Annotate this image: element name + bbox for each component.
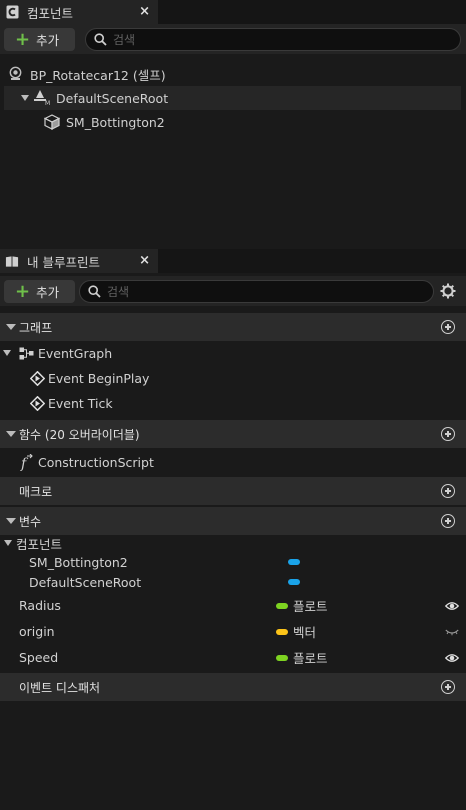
components-tab-icon bbox=[5, 5, 19, 19]
settings-gear-icon[interactable] bbox=[440, 283, 456, 302]
components-add-label: 추가 bbox=[36, 33, 60, 48]
blueprint-close-icon[interactable]: × bbox=[139, 253, 150, 269]
variable-name: DefaultSceneRoot bbox=[29, 574, 142, 590]
tree-item-default-scene-root[interactable]: M DefaultSceneRoot bbox=[4, 86, 461, 110]
variable-row[interactable]: DefaultSceneRoot bbox=[0, 571, 466, 593]
search-icon bbox=[94, 33, 107, 46]
expand-arrow-icon[interactable] bbox=[3, 350, 11, 356]
search-icon bbox=[88, 285, 101, 298]
event-item-label: Event BeginPlay bbox=[48, 371, 150, 386]
variable-row[interactable]: Radius 플로트 bbox=[0, 593, 466, 618]
variable-name: Speed bbox=[19, 650, 59, 665]
function-item-label: ConstructionScript bbox=[38, 455, 154, 470]
section-dispatchers-label: 이벤트 디스패처 bbox=[19, 680, 101, 695]
eye-open-icon[interactable] bbox=[445, 601, 459, 611]
tree-item-static-mesh[interactable]: SM_Bottington2 bbox=[0, 110, 466, 134]
components-tab-bar: 컴포넌트 × bbox=[0, 0, 466, 24]
blueprint-tab-label: 내 블루프린트 bbox=[27, 254, 100, 270]
event-node-icon bbox=[30, 371, 45, 386]
eye-closed-icon[interactable] bbox=[445, 628, 459, 638]
section-macros-label: 매크로 bbox=[19, 484, 53, 499]
components-toolbar: + 추가 bbox=[0, 24, 466, 54]
blueprint-tab-bar: 내 블루프린트 × bbox=[0, 249, 466, 273]
function-icon: f bbox=[19, 454, 35, 471]
tree-item-label: BP_Rotatecar12 (셀프) bbox=[30, 67, 166, 83]
variable-type-label: 플로트 bbox=[293, 651, 328, 666]
blueprint-search-input[interactable] bbox=[107, 284, 407, 299]
variable-name: Radius bbox=[19, 598, 61, 613]
tree-item-label: SM_Bottington2 bbox=[66, 114, 165, 130]
components-add-button[interactable]: + 추가 bbox=[4, 28, 75, 51]
graph-item-event-graph[interactable]: EventGraph bbox=[0, 341, 466, 366]
blueprint-add-label: 추가 bbox=[36, 285, 60, 300]
section-variables-label: 변수 bbox=[19, 514, 42, 529]
section-graphs[interactable]: 그래프 bbox=[0, 313, 466, 341]
components-search[interactable] bbox=[85, 28, 461, 51]
float-type-pill bbox=[276, 603, 288, 609]
section-variables[interactable]: 변수 bbox=[0, 507, 466, 535]
add-variable-icon[interactable] bbox=[441, 514, 455, 528]
components-close-icon[interactable]: × bbox=[139, 4, 150, 20]
event-graph-icon bbox=[19, 347, 34, 360]
scene-root-icon: M bbox=[33, 89, 51, 109]
components-tab-label: 컴포넌트 bbox=[27, 5, 74, 21]
blueprint-add-button[interactable]: + 추가 bbox=[4, 280, 75, 303]
blueprint-toolbar: + 추가 bbox=[0, 276, 466, 306]
variable-type-label: 벡터 bbox=[293, 625, 317, 640]
components-tab[interactable]: 컴포넌트 × bbox=[0, 0, 158, 24]
variable-row[interactable]: SM_Bottington2 bbox=[0, 551, 466, 573]
static-mesh-icon bbox=[43, 114, 61, 133]
plus-icon: + bbox=[15, 28, 31, 50]
section-functions[interactable]: 함수 (20 오버라이더블) bbox=[0, 420, 466, 448]
eye-open-icon[interactable] bbox=[445, 653, 459, 663]
tree-item-label: DefaultSceneRoot bbox=[56, 90, 169, 106]
collapse-arrow-icon[interactable] bbox=[6, 431, 16, 437]
section-macros[interactable]: 매크로 bbox=[0, 477, 466, 505]
add-function-icon[interactable] bbox=[441, 427, 455, 441]
variable-row[interactable]: origin 벡터 bbox=[0, 619, 466, 644]
component-type-pill bbox=[288, 579, 300, 585]
collapse-arrow-icon[interactable] bbox=[6, 518, 16, 524]
section-graphs-label: 그래프 bbox=[19, 320, 53, 335]
book-icon bbox=[5, 254, 19, 268]
actor-icon bbox=[8, 66, 23, 84]
graph-item-label: EventGraph bbox=[38, 346, 113, 361]
components-search-input[interactable] bbox=[113, 32, 413, 47]
event-item-label: Event Tick bbox=[48, 396, 113, 411]
component-type-pill bbox=[288, 559, 300, 565]
variable-category-label: 컴포넌트 bbox=[16, 536, 63, 552]
add-macro-icon[interactable] bbox=[441, 484, 455, 498]
function-item-construction-script[interactable]: f ConstructionScript bbox=[0, 450, 466, 475]
variable-row[interactable]: Speed 플로트 bbox=[0, 645, 466, 670]
add-dispatcher-icon[interactable] bbox=[441, 680, 455, 694]
section-event-dispatchers[interactable]: 이벤트 디스패처 bbox=[0, 673, 466, 701]
expand-arrow-icon[interactable] bbox=[21, 95, 29, 101]
svg-text:f: f bbox=[20, 456, 29, 471]
float-type-pill bbox=[276, 655, 288, 661]
expand-arrow-icon[interactable] bbox=[4, 540, 12, 546]
collapse-arrow-icon[interactable] bbox=[6, 324, 16, 330]
tree-item-actor[interactable]: BP_Rotatecar12 (셀프) bbox=[0, 62, 466, 86]
add-graph-icon[interactable] bbox=[441, 320, 455, 334]
plus-icon: + bbox=[15, 280, 31, 302]
variable-name: origin bbox=[19, 624, 55, 639]
event-item-tick[interactable]: Event Tick bbox=[0, 391, 466, 416]
section-functions-label: 함수 (20 오버라이더블) bbox=[19, 427, 140, 442]
vector-type-pill bbox=[276, 629, 288, 635]
blueprint-search[interactable] bbox=[79, 280, 434, 303]
variable-type-label: 플로트 bbox=[293, 599, 328, 614]
event-item-begin-play[interactable]: Event BeginPlay bbox=[0, 366, 466, 391]
blueprint-tab[interactable]: 내 블루프린트 × bbox=[0, 249, 158, 273]
event-node-icon bbox=[30, 396, 45, 411]
svg-text:M: M bbox=[45, 100, 50, 106]
variable-name: SM_Bottington2 bbox=[29, 554, 128, 570]
